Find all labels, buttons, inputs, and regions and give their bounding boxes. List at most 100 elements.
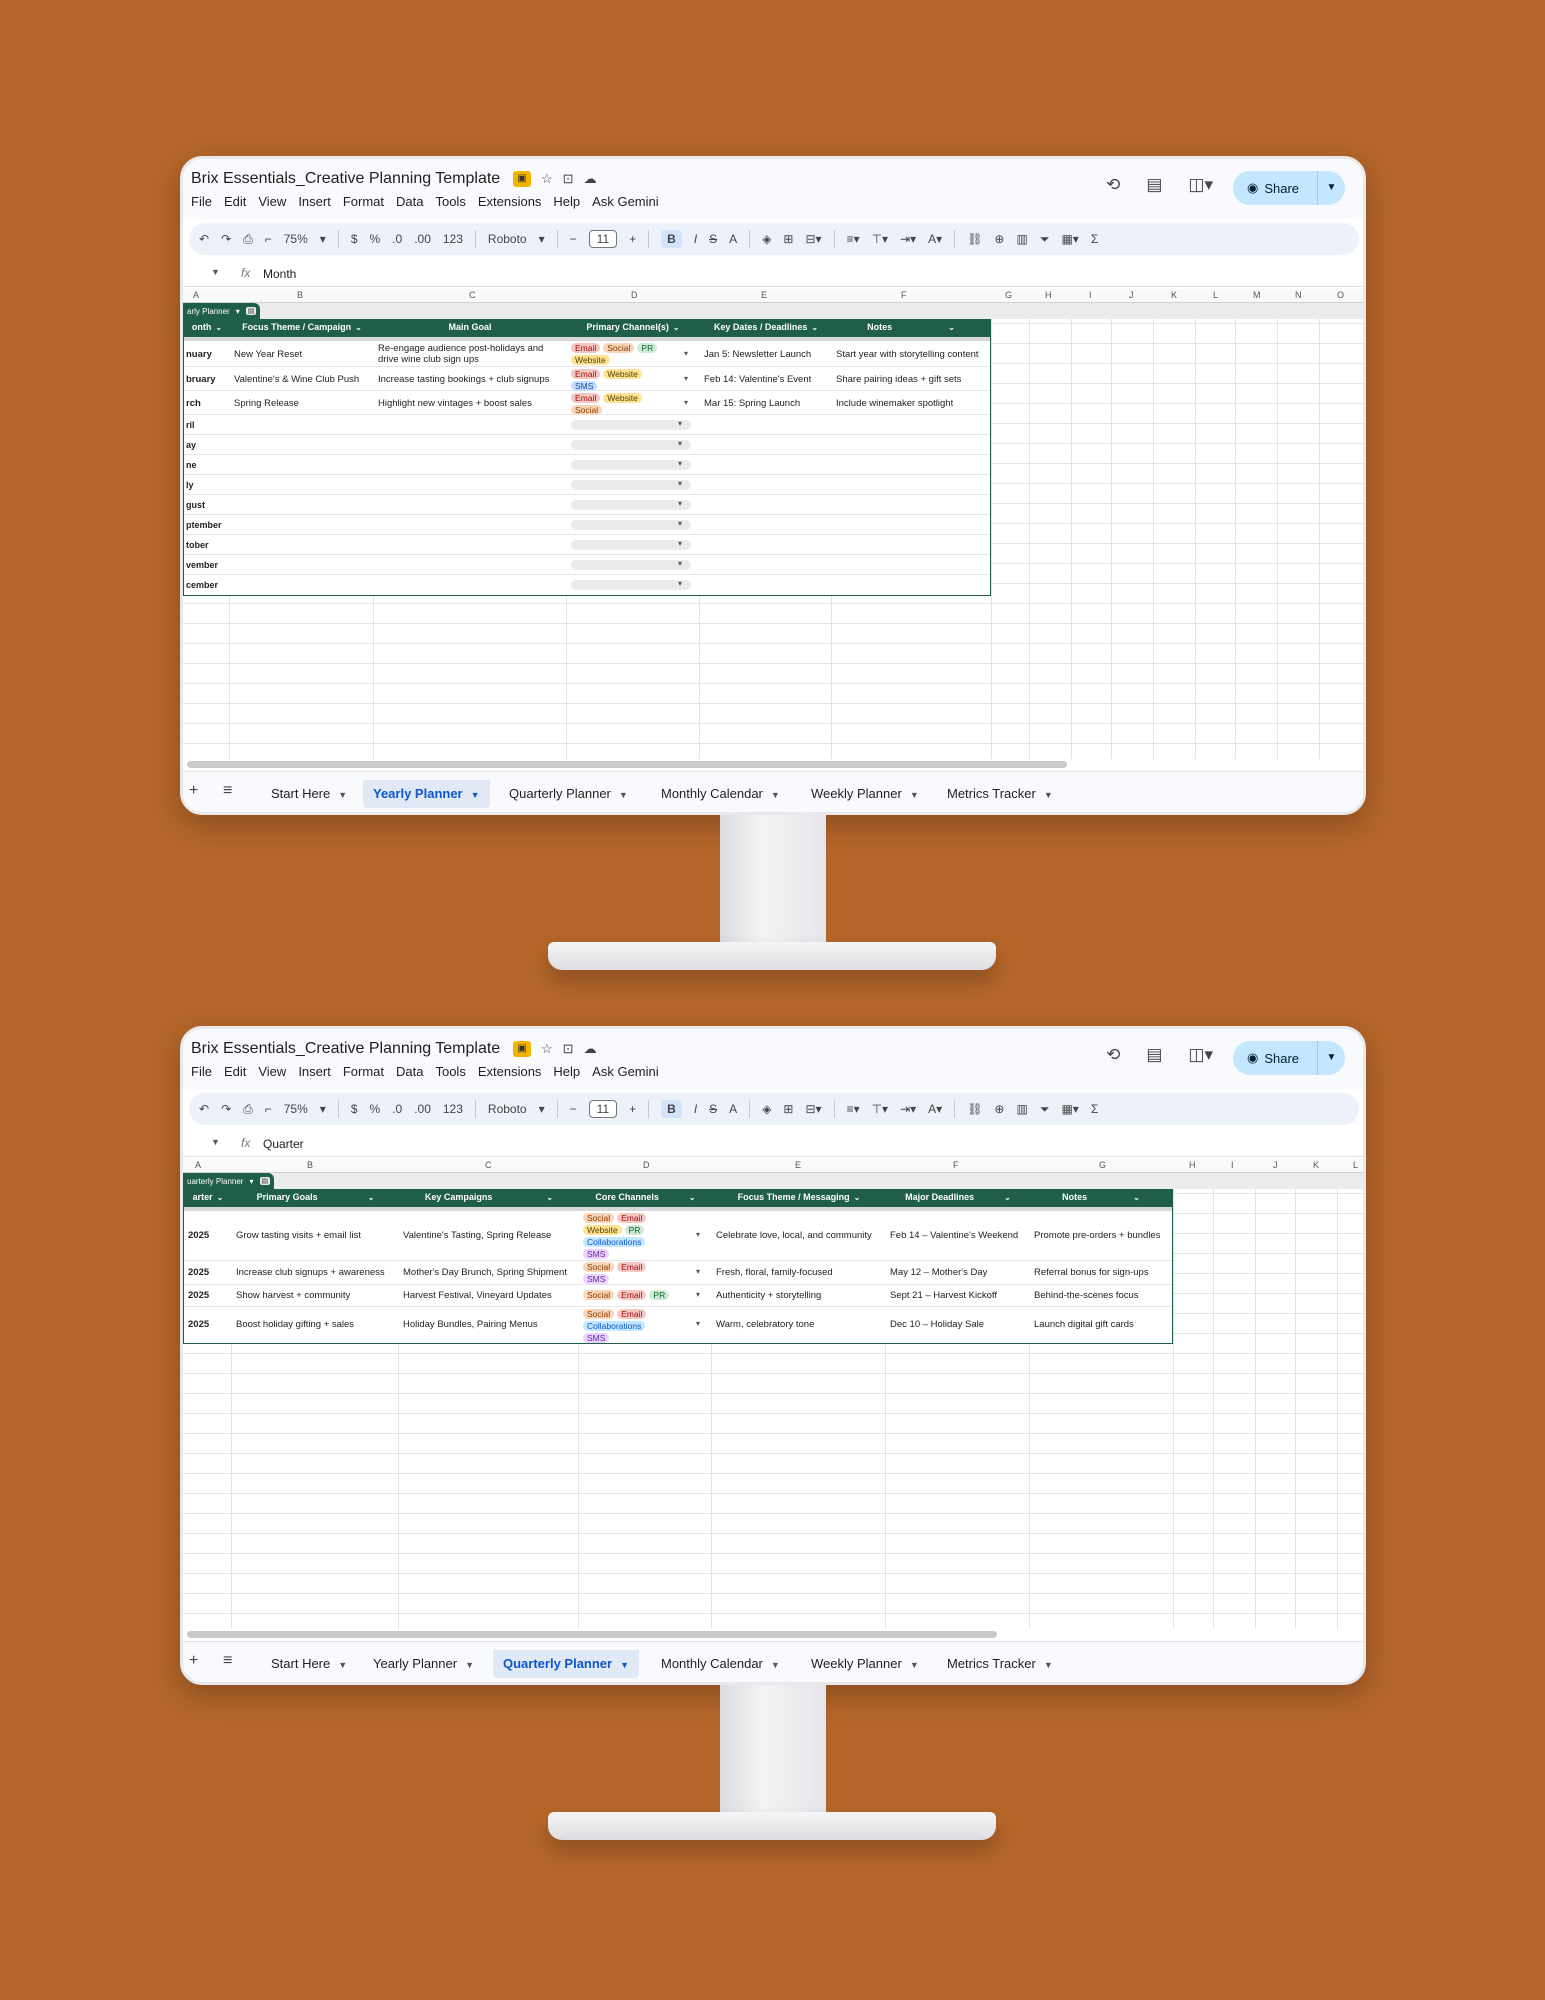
table-row[interactable]: ne ▾ — [184, 455, 990, 475]
chevron-down-icon[interactable]: ▾ — [249, 1177, 253, 1186]
channel-chips[interactable]: Social Email SMS — [583, 1262, 663, 1284]
table-row[interactable]: 2025 Show harvest + community Harvest Fe… — [184, 1285, 1172, 1307]
tab-weekly-planner[interactable]: Weekly Planner ▼ — [801, 780, 929, 808]
tab-weekly-planner[interactable]: Weekly Planner ▼ — [801, 1650, 929, 1678]
horizontal-scrollbar[interactable] — [187, 761, 1067, 768]
font-size-input[interactable]: 11 — [588, 230, 618, 248]
table-row[interactable]: ay ▾ — [184, 435, 990, 455]
dropdown-arrow-icon[interactable]: ▾ — [678, 499, 682, 508]
currency-format[interactable]: $ — [351, 232, 358, 246]
paint-format-icon[interactable]: ⌐ — [265, 232, 272, 246]
dropdown-arrow-icon[interactable]: ▾ — [696, 1267, 700, 1276]
dropdown-arrow-icon[interactable]: ▾ — [684, 398, 688, 407]
menu-format[interactable]: Format — [343, 1064, 384, 1079]
menu-extensions[interactable]: Extensions — [478, 194, 542, 209]
cloud-status-icon[interactable]: ☁ — [584, 171, 597, 187]
col-header[interactable]: J — [1273, 1160, 1278, 1170]
header-core-channels[interactable]: Core Channels ⌄ — [579, 1192, 712, 1202]
filter-views-icon[interactable]: ▦▾ — [1061, 1102, 1078, 1116]
table-row[interactable]: 2025 Grow tasting visits + email list Va… — [184, 1211, 1172, 1261]
menu-view[interactable]: View — [258, 1064, 286, 1079]
font-select[interactable]: Roboto — [488, 1102, 527, 1116]
font-size-increase[interactable]: + — [629, 1102, 636, 1116]
dropdown-arrow-icon[interactable]: ▾ — [684, 374, 688, 383]
share-button[interactable]: ◉ Share ▼ — [1233, 1041, 1345, 1075]
fill-color-icon[interactable]: ◈ — [762, 1102, 771, 1116]
col-header[interactable]: F — [901, 290, 907, 300]
print-icon[interactable]: ⎙ — [243, 232, 253, 247]
document-title[interactable]: Brix Essentials_Creative Planning Templa… — [191, 170, 500, 188]
col-header[interactable]: A — [195, 1160, 201, 1170]
channel-dropdown[interactable] — [571, 420, 691, 430]
font-size-decrease[interactable]: − — [570, 1102, 577, 1116]
font-size-decrease[interactable]: − — [570, 232, 577, 246]
add-sheet-icon[interactable]: + — [189, 782, 198, 800]
table-row[interactable]: nuary New Year Reset Re-engage audience … — [184, 341, 990, 367]
channel-chips[interactable]: Email Social PR Website — [571, 343, 671, 365]
merge-cells-icon[interactable]: ⊟▾ — [805, 1102, 821, 1116]
strikethrough-button[interactable]: S — [709, 1102, 717, 1116]
borders-icon[interactable]: ⊞ — [783, 232, 793, 246]
filter-icon[interactable]: ⏷ — [1040, 1102, 1050, 1117]
header-key-campaigns[interactable]: Key Campaigns ⌄ — [399, 1192, 579, 1202]
col-header[interactable]: N — [1295, 290, 1302, 300]
chevron-down-icon[interactable]: ▾ — [236, 307, 240, 316]
channel-chips[interactable]: Social Email Website PR Collaborations S… — [583, 1213, 663, 1259]
italic-button[interactable]: I — [694, 1102, 697, 1116]
dropdown-arrow-icon[interactable]: ▾ — [678, 519, 682, 528]
col-header[interactable]: E — [795, 1160, 801, 1170]
table-row[interactable]: ly ▾ — [184, 475, 990, 495]
channel-dropdown[interactable] — [571, 440, 691, 450]
insert-link-icon[interactable]: ⛓ — [967, 232, 982, 246]
formula-input[interactable]: Quarter — [263, 1137, 304, 1151]
insert-comment-icon[interactable]: ⊕ — [994, 1102, 1004, 1116]
insert-chart-icon[interactable]: ▥ — [1016, 232, 1027, 246]
table-row[interactable]: gust ▾ — [184, 495, 990, 515]
table-row[interactable]: tober ▾ — [184, 535, 990, 555]
menu-help[interactable]: Help — [553, 194, 580, 209]
percent-format[interactable]: % — [370, 232, 381, 246]
col-header[interactable]: J — [1129, 290, 1134, 300]
header-focus-theme[interactable]: Focus Theme / Messaging ⌄ — [712, 1192, 886, 1202]
text-rotation-icon[interactable]: A▾ — [928, 232, 942, 246]
col-header[interactable]: C — [485, 1160, 492, 1170]
col-header[interactable]: B — [297, 290, 303, 300]
dropdown-arrow-icon[interactable]: ▾ — [678, 479, 682, 488]
table-menu-icon[interactable]: ▤ — [245, 307, 257, 315]
dropdown-arrow-icon[interactable]: ▾ — [678, 459, 682, 468]
header-month[interactable]: onth ⌄ — [186, 322, 228, 332]
dropdown-arrow-icon[interactable]: ▾ — [696, 1290, 700, 1299]
tab-start-here[interactable]: Start Here ▼ — [261, 1650, 357, 1678]
header-notes[interactable]: Notes ⌄ — [1030, 1192, 1172, 1202]
paint-format-icon[interactable]: ⌐ — [265, 1102, 272, 1116]
add-sheet-icon[interactable]: + — [189, 1652, 198, 1670]
comments-icon[interactable]: ▤ — [1146, 1045, 1162, 1065]
col-header[interactable]: I — [1231, 1160, 1234, 1170]
channel-dropdown[interactable] — [571, 460, 691, 470]
meet-camera-icon[interactable]: ◫▾ — [1188, 175, 1213, 195]
version-history-icon[interactable]: ⟲ — [1106, 175, 1120, 195]
font-chevron-icon[interactable]: ▾ — [539, 1102, 545, 1116]
meet-camera-icon[interactable]: ◫▾ — [1188, 1045, 1213, 1065]
star-icon[interactable]: ☆ — [541, 171, 553, 187]
header-major-deadlines[interactable]: Major Deadlines ⌄ — [886, 1192, 1030, 1202]
table-row[interactable]: ptember ▾ — [184, 515, 990, 535]
table-row[interactable]: vember ▾ — [184, 555, 990, 575]
header-primary-goals[interactable]: Primary Goals ⌄ — [232, 1192, 399, 1202]
redo-icon[interactable]: ↷ — [221, 232, 231, 246]
tab-start-here[interactable]: Start Here ▼ — [261, 780, 357, 808]
version-history-icon[interactable]: ⟲ — [1106, 1045, 1120, 1065]
text-wrap-icon[interactable]: ⇥▾ — [900, 232, 916, 246]
share-button[interactable]: ◉ Share ▼ — [1233, 171, 1345, 205]
menu-data[interactable]: Data — [396, 1064, 423, 1079]
insert-link-icon[interactable]: ⛓ — [967, 1102, 982, 1116]
filter-icon[interactable]: ⏷ — [1040, 232, 1050, 247]
zoom-chevron-icon[interactable]: ▾ — [320, 232, 326, 246]
tab-metrics-tracker[interactable]: Metrics Tracker ▼ — [937, 780, 1063, 808]
menu-view[interactable]: View — [258, 194, 286, 209]
increase-decimal[interactable]: .00 — [414, 232, 431, 246]
col-header[interactable]: H — [1045, 290, 1052, 300]
col-header[interactable]: F — [953, 1160, 959, 1170]
cloud-status-icon[interactable]: ☁ — [584, 1041, 597, 1057]
table-name-chip[interactable]: arly Planner ▾ ▤ — [183, 303, 261, 319]
